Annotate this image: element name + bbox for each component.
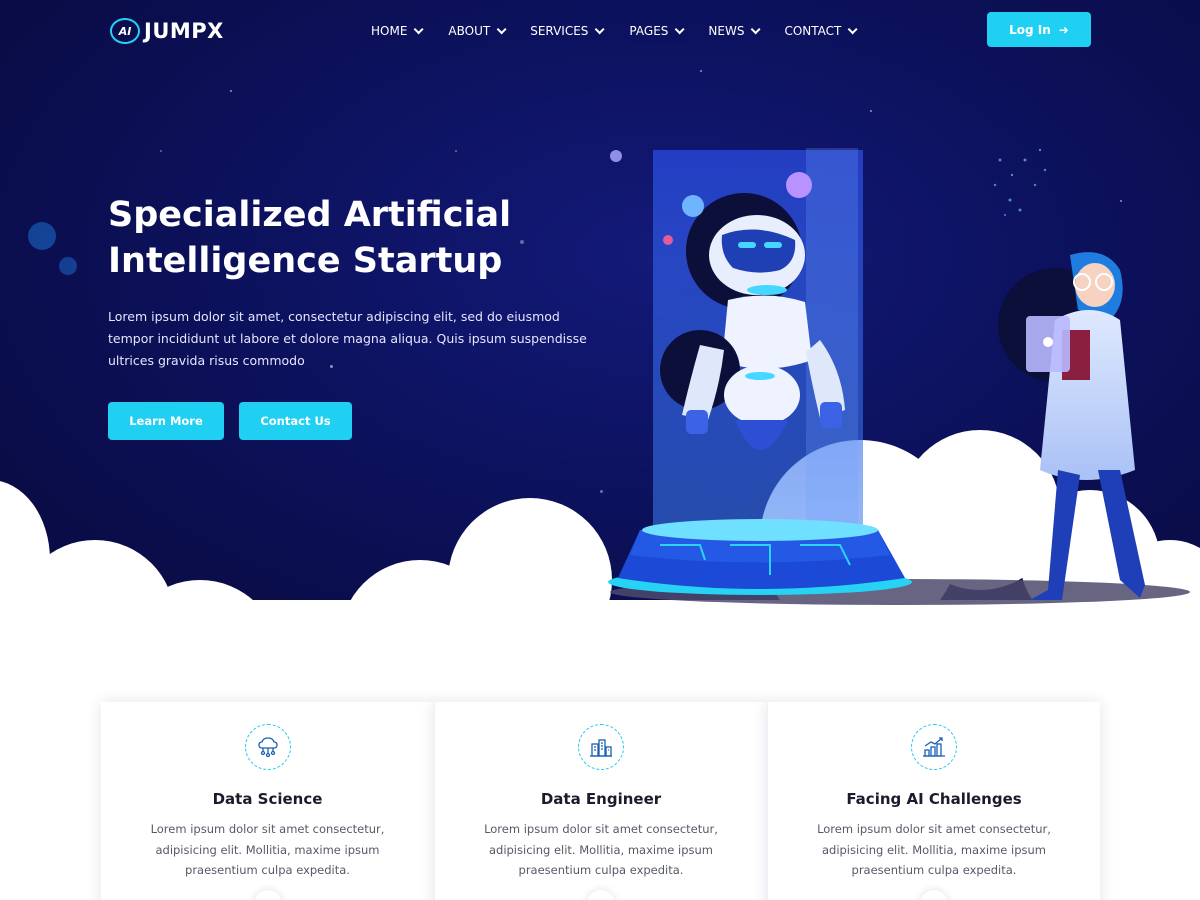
feature-card[interactable]: Data Science Lorem ipsum dolor sit amet … [101, 702, 434, 900]
card-more-button[interactable] [920, 890, 948, 900]
data-building-icon [578, 724, 624, 770]
bubble-decoration [610, 150, 622, 162]
clouds-decoration [0, 430, 1200, 640]
feature-title: Data Science [212, 790, 323, 808]
capsule-base [608, 519, 912, 595]
hero-section: AI JUMPX HOME ABOUT SERVICES PAGES NEWS … [0, 0, 1200, 640]
feature-title: Data Engineer [540, 790, 662, 808]
feature-text: Lorem ipsum dolor sit amet consectetur, … [817, 822, 1051, 877]
cloud-network-icon [244, 724, 291, 770]
hero-title-line: Intelligence Startup [108, 241, 503, 281]
features-section: Data Science Lorem ipsum dolor sit amet … [101, 702, 1101, 900]
feature-text: Lorem ipsum dolor sit amet consectetur, … [150, 822, 385, 877]
bubble-decoration [59, 257, 77, 275]
feature-card[interactable]: Data Engineer Lorem ipsum dolor sit amet… [434, 702, 767, 900]
feature-card[interactable]: Facing AI Challenges Lorem ipsum dolor s… [767, 702, 1100, 900]
feature-title: Facing AI Challenges [846, 790, 1022, 808]
hero-description: Lorem ipsum dolor sit amet, consectetur … [108, 309, 587, 368]
growth-chart-icon [911, 724, 957, 770]
bubble-decoration [28, 222, 56, 250]
hero-title-line: Specialized Artificial [108, 195, 512, 235]
hero-title: Specialized Artificial Intelligence Star… [108, 192, 578, 284]
card-more-button[interactable] [253, 890, 282, 900]
contact-us-button[interactable]: Contact Us [239, 402, 352, 440]
learn-more-button[interactable]: Learn More [108, 402, 224, 440]
sparkle-cluster-decoration [993, 148, 1047, 216]
card-more-button[interactable] [587, 890, 615, 900]
feature-text: Lorem ipsum dolor sit amet consectetur, … [484, 822, 718, 877]
